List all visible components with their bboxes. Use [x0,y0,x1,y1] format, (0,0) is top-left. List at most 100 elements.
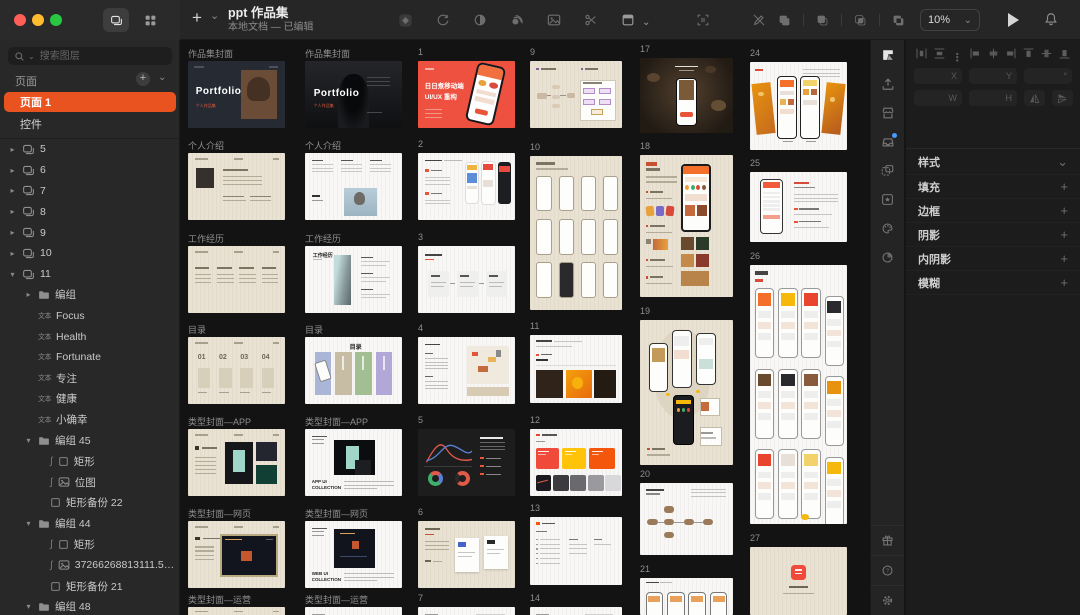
slide-label[interactable]: 20 [640,469,650,479]
slide-thumbnail[interactable] [188,246,285,313]
layer-row[interactable]: 文本小确幸 [0,409,180,430]
more-options-button[interactable]: ⋮ [952,48,963,66]
page-item[interactable]: 页面 1 [4,92,176,112]
slide-label[interactable]: 类型封面—运营 [305,593,368,606]
layer-row[interactable]: ▸5 [0,139,180,160]
layer-row[interactable]: ∫位图 [0,472,180,493]
chevron-down-icon[interactable]: ▾ [24,602,33,611]
chevron-right-icon[interactable]: ▸ [8,145,17,154]
section-边框[interactable]: 边框+ [906,199,1080,223]
slide-thumbnail[interactable]: Portfolio个人作品集 [188,61,285,128]
slide-thumbnail[interactable] [750,62,847,150]
section-内阴影[interactable]: 内阴影+ [906,247,1080,271]
slide-thumbnail[interactable] [640,578,733,615]
document-title-block[interactable]: ppt 作品集 本地文档 — 已编辑 [228,6,314,34]
chevron-right-icon[interactable]: ▸ [8,166,17,175]
layer-row[interactable]: ▸编组 [0,285,180,306]
minimize-button[interactable] [32,14,44,26]
chevron-right-icon[interactable]: ▸ [8,207,17,216]
y-input[interactable]: Y [969,68,1017,84]
slide-label[interactable]: 类型封面—APP [188,415,251,428]
page-item[interactable]: 控件 [4,114,176,134]
chevron-down-icon[interactable]: ▾ [24,436,33,445]
section-样式[interactable]: 样式⌄ [906,149,1080,175]
slide-thumbnail[interactable] [530,607,622,615]
slide-label[interactable]: 类型封面—APP [305,415,368,428]
gift-button[interactable] [871,525,904,555]
frame-tool-button[interactable] [103,8,129,32]
layer-row[interactable]: 文本Focus [0,305,180,326]
slide-label[interactable]: 12 [530,415,540,425]
section-模糊[interactable]: 模糊+ [906,271,1080,295]
slide-thumbnail[interactable] [640,320,733,465]
chevron-right-icon[interactable]: ▸ [8,228,17,237]
height-input[interactable]: H [969,90,1017,106]
pages-collapse-icon[interactable]: ⌄ [158,72,166,83]
slide-label[interactable]: 作品集封面 [305,47,350,60]
search-input[interactable] [38,50,148,63]
chevron-down-icon[interactable]: ▾ [8,270,17,279]
layer-row[interactable]: 文本Fortunate [0,347,180,368]
slide-label[interactable]: 类型封面—网页 [305,507,368,520]
help-button[interactable]: ? [871,555,904,585]
slide-label[interactable]: 工作经历 [305,232,341,245]
chevron-right-icon[interactable]: ▸ [24,290,33,299]
slide-label[interactable]: 工作经历 [188,232,224,245]
add-icon[interactable]: + [1060,251,1068,266]
slide-label[interactable]: 作品集封面 [188,47,233,60]
layer-row[interactable]: 矩形备份 22 [0,493,180,514]
frame-resize-button[interactable] [621,13,635,27]
align-top-button[interactable] [1023,48,1034,66]
layer-row[interactable]: 文本健康 [0,389,180,410]
chevron-down-icon[interactable]: ▾ [24,519,33,528]
asset-star-button[interactable] [871,185,904,214]
slide-label[interactable]: 6 [418,507,423,517]
chevron-down-icon[interactable]: ⌄ [1057,154,1068,170]
align-bottom-button[interactable] [1059,48,1070,66]
width-input[interactable]: W [914,90,962,106]
slide-thumbnail[interactable] [530,429,622,496]
slide-thumbnail[interactable] [750,265,847,524]
slide-thumbnail[interactable] [750,172,847,242]
slide-thumbnail[interactable]: 01020304 [188,337,285,404]
slide-thumbnail[interactable] [418,153,515,220]
bool-intersect-button[interactable] [854,14,867,27]
slide-thumbnail[interactable] [188,153,285,220]
layer-row[interactable]: ▾编组 45 [0,430,180,451]
slide-label[interactable]: 个人介绍 [188,139,224,152]
distribute-vertical-button[interactable] [934,48,945,66]
layer-row[interactable]: ▾编组 44 [0,513,180,534]
rotation-input[interactable]: ° [1024,68,1072,84]
layer-row[interactable]: ▾编组 48 [0,597,180,615]
slide-label[interactable]: 17 [640,44,650,54]
slide-thumbnail[interactable] [188,429,285,496]
insert-chevron-icon[interactable]: ⌄ [210,9,219,22]
slide-label[interactable]: 9 [530,47,535,57]
slide-label[interactable]: 27 [750,533,760,543]
image-frame-button[interactable] [547,13,561,27]
slide-thumbnail[interactable] [188,607,285,615]
slide-label[interactable]: 4 [418,323,423,333]
slide-label[interactable]: 5 [418,415,423,425]
section-填充[interactable]: 填充+ [906,175,1080,199]
layer-row[interactable]: ∫37266268813111.5b6a4... [0,555,180,576]
layer-row[interactable]: ▸10 [0,243,180,264]
slide-label[interactable]: 24 [750,48,760,58]
slide-label[interactable]: 类型封面—网页 [188,507,251,520]
layer-row[interactable]: ∫矩形 [0,534,180,555]
storefront-button[interactable] [871,98,904,127]
layer-row[interactable]: ▸8 [0,201,180,222]
chevron-down-button[interactable]: ⌄ [642,12,650,28]
align-center-horizontal-button[interactable] [988,48,999,66]
slide-thumbnail[interactable] [305,607,402,615]
slide-thumbnail[interactable] [418,521,515,588]
slide-thumbnail[interactable] [418,337,515,404]
insert-button[interactable]: + [186,8,208,28]
slide-label[interactable]: 18 [640,141,650,151]
search-box[interactable]: ⌄ [8,47,172,65]
components-grid-button[interactable] [137,8,163,32]
palette-button[interactable] [871,214,904,243]
slide-label[interactable]: 7 [418,593,423,603]
layer-row[interactable]: 矩形备份 21 [0,576,180,597]
slide-thumbnail[interactable]: WEB UI COLLECTION [305,521,402,588]
